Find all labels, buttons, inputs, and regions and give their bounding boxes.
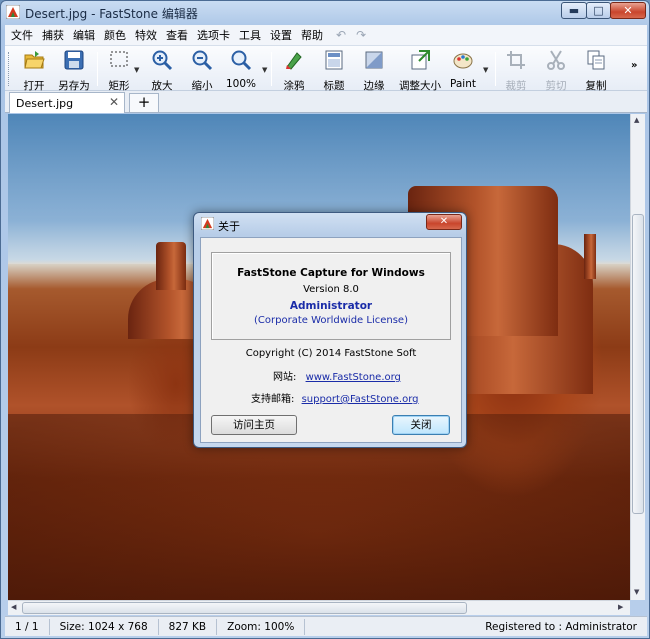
- new-tab-button[interactable]: +: [129, 93, 159, 112]
- open-button[interactable]: 打开: [15, 49, 53, 93]
- zoom-in-icon: [152, 50, 173, 71]
- visit-homepage-button[interactable]: 访问主页: [211, 415, 297, 435]
- email-row: 支持邮箱: support@FastStone.org: [251, 390, 419, 405]
- status-zoom: Zoom: 100%: [217, 618, 306, 635]
- menu-help[interactable]: 帮助: [301, 27, 323, 43]
- crop-icon: [507, 51, 525, 69]
- tab-desert[interactable]: Desert.jpg ✕: [9, 92, 125, 113]
- email-label: 支持邮箱:: [251, 394, 295, 405]
- status-bar: 1 / 1 Size: 1024 x 768 827 KB Zoom: 100%…: [5, 616, 647, 636]
- window-title: Desert.jpg - FastStone 编辑器: [25, 7, 198, 21]
- vertical-scrollbar[interactable]: ▲ ▼: [630, 114, 645, 600]
- paint-palette-icon: [453, 53, 473, 69]
- draw-button[interactable]: 涂鸦: [277, 49, 311, 93]
- dialog-body: FastStone Capture for Windows Version 8.…: [200, 237, 462, 443]
- product-version: Version 8.0: [303, 284, 359, 295]
- app-logo-icon: [6, 5, 20, 19]
- toolbar-overflow-icon[interactable]: »: [631, 60, 637, 71]
- dialog-title: 关于: [218, 220, 240, 233]
- scissors-icon: [547, 50, 565, 70]
- rectangle-dropdown-icon[interactable]: ▼: [134, 66, 139, 74]
- dialog-ok-close-button[interactable]: 关闭: [392, 415, 450, 435]
- copy-button[interactable]: 复制: [579, 49, 613, 93]
- close-tab-icon[interactable]: ✕: [109, 95, 119, 109]
- zoom-out-icon: [192, 50, 213, 71]
- menu-effects[interactable]: 特效: [135, 27, 157, 43]
- save-icon: [64, 50, 84, 70]
- zoom-out-button[interactable]: 缩小: [185, 49, 219, 93]
- menu-tools[interactable]: 工具: [239, 27, 261, 43]
- save-as-button[interactable]: 另存为: [55, 49, 93, 93]
- tab-bar: Desert.jpg ✕ +: [5, 91, 647, 113]
- copyright-text: Copyright (C) 2014 FastStone Soft: [245, 348, 417, 359]
- resize-icon: [411, 50, 430, 70]
- caption-icon: [325, 50, 343, 70]
- status-file-size: 827 KB: [159, 618, 218, 635]
- edge-icon: [365, 51, 383, 69]
- status-registered: Registered to : Administrator: [485, 620, 637, 633]
- menu-edit[interactable]: 编辑: [73, 27, 95, 43]
- website-row: 网站: www.FastStone.org: [273, 368, 401, 383]
- status-dimensions: Size: 1024 x 768: [50, 618, 159, 635]
- menu-bar: 文件 捕获 编辑 颜色 特效 查看 选项卡 工具 设置 帮助 ↶ ↷: [5, 25, 647, 45]
- horizontal-scroll-thumb[interactable]: [22, 602, 467, 614]
- folder-open-icon: [24, 51, 45, 69]
- product-info-box: FastStone Capture for Windows Version 8.…: [211, 252, 451, 340]
- crop-button[interactable]: 裁剪: [499, 49, 533, 93]
- draw-icon: [286, 52, 302, 70]
- scroll-left-icon[interactable]: ◀: [11, 603, 16, 611]
- website-link[interactable]: www.FastStone.org: [306, 372, 401, 383]
- maximize-button[interactable]: □: [586, 2, 611, 19]
- menu-settings[interactable]: 设置: [270, 27, 292, 43]
- caption-button[interactable]: 标题: [317, 49, 351, 93]
- menu-capture[interactable]: 捕获: [42, 27, 64, 43]
- minimize-button[interactable]: ▬: [561, 2, 587, 19]
- email-link[interactable]: support@FastStone.org: [302, 394, 419, 405]
- status-page: 1 / 1: [5, 618, 50, 635]
- app-logo-icon: [201, 217, 214, 230]
- scroll-right-icon[interactable]: ▶: [618, 603, 623, 611]
- toolbar-separator: [97, 52, 98, 86]
- menu-tabs[interactable]: 选项卡: [197, 27, 230, 43]
- scroll-down-icon[interactable]: ▼: [634, 588, 639, 596]
- toolbar: 打开 另存为 矩形 ▼ 放大 缩小 100% ▼ 涂鸦 标题 边缘 调整大小 P…: [5, 45, 647, 93]
- menu-file[interactable]: 文件: [11, 27, 33, 43]
- close-window-button[interactable]: ✕: [610, 2, 646, 19]
- zoom-100-button[interactable]: 100%: [225, 49, 257, 90]
- scroll-up-icon[interactable]: ▲: [634, 116, 639, 124]
- cut-button[interactable]: 剪切: [539, 49, 573, 93]
- about-dialog: 关于 ✕ FastStone Capture for Windows Versi…: [193, 212, 467, 448]
- horizontal-scrollbar[interactable]: ◀ ▶: [8, 600, 630, 615]
- menu-color[interactable]: 颜色: [104, 27, 126, 43]
- rectangle-select-icon: [110, 51, 128, 67]
- zoom-in-button[interactable]: 放大: [145, 49, 179, 93]
- butte-small: [156, 242, 186, 290]
- copy-icon: [587, 50, 605, 70]
- website-label: 网站:: [273, 372, 297, 383]
- license-type: (Corporate Worldwide License): [254, 315, 408, 326]
- toolbar-separator: [271, 52, 272, 86]
- dialog-close-button[interactable]: ✕: [426, 214, 462, 230]
- vertical-scroll-thumb[interactable]: [632, 214, 644, 514]
- zoom-actual-icon: [231, 50, 252, 71]
- title-bar: Desert.jpg - FastStone 编辑器 ▬ □ ✕: [1, 1, 649, 23]
- zoom-dropdown-icon[interactable]: ▼: [262, 66, 267, 74]
- menu-view[interactable]: 查看: [166, 27, 188, 43]
- toolbar-separator: [495, 52, 496, 86]
- edge-button[interactable]: 边缘: [357, 49, 391, 93]
- paint-dropdown-icon[interactable]: ▼: [483, 66, 488, 74]
- redo-icon[interactable]: ↷: [356, 28, 366, 42]
- registered-user: Administrator: [289, 300, 373, 312]
- resize-button[interactable]: 调整大小: [397, 49, 443, 93]
- toolbar-grip[interactable]: [8, 52, 11, 86]
- product-name: FastStone Capture for Windows: [237, 267, 425, 279]
- rock-spire: [584, 234, 596, 279]
- rectangle-select-button[interactable]: 矩形: [101, 49, 137, 93]
- undo-icon[interactable]: ↶: [336, 28, 346, 42]
- paint-button[interactable]: Paint: [445, 49, 481, 90]
